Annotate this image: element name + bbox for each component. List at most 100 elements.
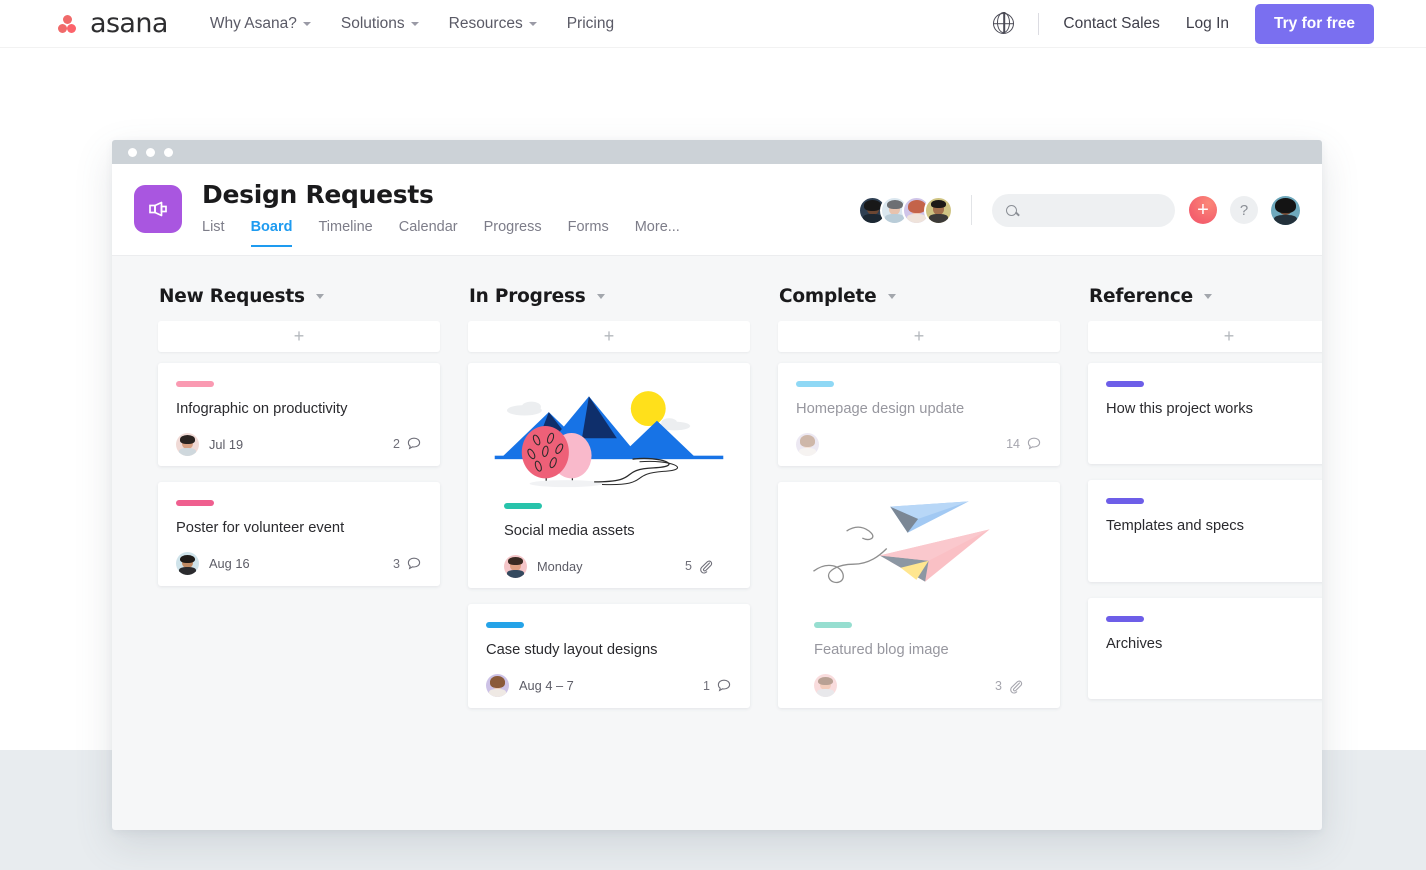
comment-count: 14 bbox=[1006, 437, 1020, 451]
contact-sales-link[interactable]: Contact Sales bbox=[1063, 15, 1160, 33]
card-spacer bbox=[1106, 536, 1322, 582]
column-header[interactable]: Complete bbox=[778, 286, 1060, 307]
comment-icon bbox=[716, 678, 732, 694]
task-tag bbox=[1106, 616, 1144, 622]
marketing-top-nav: asana Why Asana? Solutions Resources Pri… bbox=[0, 0, 1426, 48]
view-tabs: List Board Timeline Calendar Progress Fo… bbox=[202, 219, 680, 247]
asana-logo[interactable]: asana bbox=[58, 8, 168, 39]
task-card[interactable]: Homepage design update 14 bbox=[778, 363, 1060, 466]
chevron-down-icon bbox=[529, 22, 537, 26]
task-tag bbox=[504, 503, 542, 509]
secondary-nav: Contact Sales Log In Try for free bbox=[993, 4, 1374, 44]
nav-item-why-asana[interactable]: Why Asana? bbox=[210, 15, 311, 33]
task-meta: 3 bbox=[393, 556, 422, 572]
task-tag bbox=[1106, 381, 1144, 387]
task-footer: 14 bbox=[796, 422, 1042, 466]
task-tag bbox=[176, 381, 214, 387]
add-card-button[interactable]: + bbox=[468, 321, 750, 352]
avatar[interactable] bbox=[486, 674, 509, 697]
tab-calendar[interactable]: Calendar bbox=[399, 219, 458, 247]
task-meta: 2 bbox=[393, 436, 422, 452]
nav-item-pricing[interactable]: Pricing bbox=[567, 15, 614, 33]
paper-planes-illustration bbox=[796, 482, 1042, 622]
comment-count: 3 bbox=[393, 557, 400, 571]
mountain-sun-trees-illustration bbox=[486, 363, 732, 503]
avatar[interactable] bbox=[176, 552, 199, 575]
add-card-button[interactable]: + bbox=[1088, 321, 1322, 352]
task-tag bbox=[796, 381, 834, 387]
task-title: Homepage design update bbox=[796, 400, 1042, 418]
task-card[interactable]: Social media assets Monday 5 bbox=[468, 363, 750, 588]
attachment-icon bbox=[1008, 678, 1024, 694]
avatar[interactable] bbox=[504, 555, 527, 578]
add-card-button[interactable]: + bbox=[158, 321, 440, 352]
column-header[interactable]: Reference bbox=[1088, 286, 1322, 307]
log-in-link[interactable]: Log In bbox=[1186, 15, 1229, 33]
window-maximize-dot-icon[interactable] bbox=[164, 148, 173, 157]
task-title: Featured blog image bbox=[814, 641, 1024, 659]
task-title: Poster for volunteer event bbox=[176, 519, 422, 537]
task-card[interactable]: Archives bbox=[1088, 598, 1322, 699]
board-column-new-requests: New Requests + Infographic on productivi… bbox=[158, 286, 440, 830]
project-title-block: Design Requests List Board Timeline Cale… bbox=[202, 180, 680, 247]
task-card[interactable]: Infographic on productivity Jul 19 2 bbox=[158, 363, 440, 466]
avatar[interactable] bbox=[796, 433, 819, 456]
nav-item-resources[interactable]: Resources bbox=[449, 15, 537, 33]
add-card-button[interactable]: + bbox=[778, 321, 1060, 352]
globe-icon[interactable] bbox=[993, 13, 1014, 34]
tab-more[interactable]: More... bbox=[635, 219, 680, 247]
task-date: Jul 19 bbox=[209, 437, 243, 452]
chevron-down-icon bbox=[411, 22, 419, 26]
search-box[interactable] bbox=[992, 194, 1175, 227]
task-footer: Aug 16 3 bbox=[176, 542, 422, 586]
task-meta: 3 bbox=[995, 678, 1024, 694]
chevron-down-icon[interactable] bbox=[316, 294, 324, 299]
chevron-down-icon[interactable] bbox=[888, 294, 896, 299]
member-avatar-stack[interactable] bbox=[858, 196, 953, 225]
nav-item-solutions[interactable]: Solutions bbox=[341, 15, 419, 33]
avatar[interactable] bbox=[176, 433, 199, 456]
nav-item-resources-label: Resources bbox=[449, 15, 523, 33]
task-tag bbox=[814, 622, 852, 628]
help-button[interactable]: ? bbox=[1230, 196, 1258, 224]
task-card[interactable]: How this project works bbox=[1088, 363, 1322, 464]
comment-icon bbox=[406, 556, 422, 572]
task-title: Archives bbox=[1106, 635, 1322, 653]
tab-forms[interactable]: Forms bbox=[568, 219, 609, 247]
task-meta: 14 bbox=[1006, 436, 1042, 452]
current-user-avatar[interactable] bbox=[1271, 196, 1300, 225]
task-card[interactable]: Templates and specs bbox=[1088, 480, 1322, 581]
comment-icon bbox=[1026, 436, 1042, 452]
project-header: Design Requests List Board Timeline Cale… bbox=[112, 164, 1322, 256]
tab-board[interactable]: Board bbox=[251, 219, 293, 247]
tab-progress[interactable]: Progress bbox=[484, 219, 542, 247]
task-title: Templates and specs bbox=[1106, 517, 1322, 535]
task-card[interactable]: Featured blog image 3 bbox=[778, 482, 1060, 707]
column-title: Reference bbox=[1089, 286, 1193, 307]
column-header[interactable]: In Progress bbox=[468, 286, 750, 307]
avatar[interactable] bbox=[814, 674, 837, 697]
comment-icon bbox=[406, 436, 422, 452]
try-for-free-button[interactable]: Try for free bbox=[1255, 4, 1374, 44]
avatar[interactable] bbox=[924, 196, 953, 225]
search-input[interactable] bbox=[1025, 203, 1165, 218]
tab-timeline[interactable]: Timeline bbox=[318, 219, 372, 247]
chevron-down-icon[interactable] bbox=[1204, 294, 1212, 299]
chevron-down-icon[interactable] bbox=[597, 294, 605, 299]
add-task-button[interactable]: + bbox=[1189, 196, 1217, 224]
tab-list[interactable]: List bbox=[202, 219, 225, 247]
attachment-count: 3 bbox=[995, 679, 1002, 693]
asana-logo-dots-icon bbox=[58, 13, 84, 35]
task-tag bbox=[176, 500, 214, 506]
search-icon bbox=[1006, 205, 1017, 216]
window-minimize-dot-icon[interactable] bbox=[146, 148, 155, 157]
page-root: asana Why Asana? Solutions Resources Pri… bbox=[0, 0, 1426, 870]
nav-item-pricing-label: Pricing bbox=[567, 15, 614, 33]
column-header[interactable]: New Requests bbox=[158, 286, 440, 307]
app-window: Design Requests List Board Timeline Cale… bbox=[112, 140, 1322, 830]
nav-item-why-asana-label: Why Asana? bbox=[210, 15, 297, 33]
column-title: New Requests bbox=[159, 286, 305, 307]
task-card[interactable]: Case study layout designs Aug 4 – 7 1 bbox=[468, 604, 750, 707]
window-close-dot-icon[interactable] bbox=[128, 148, 137, 157]
task-card[interactable]: Poster for volunteer event Aug 16 3 bbox=[158, 482, 440, 585]
